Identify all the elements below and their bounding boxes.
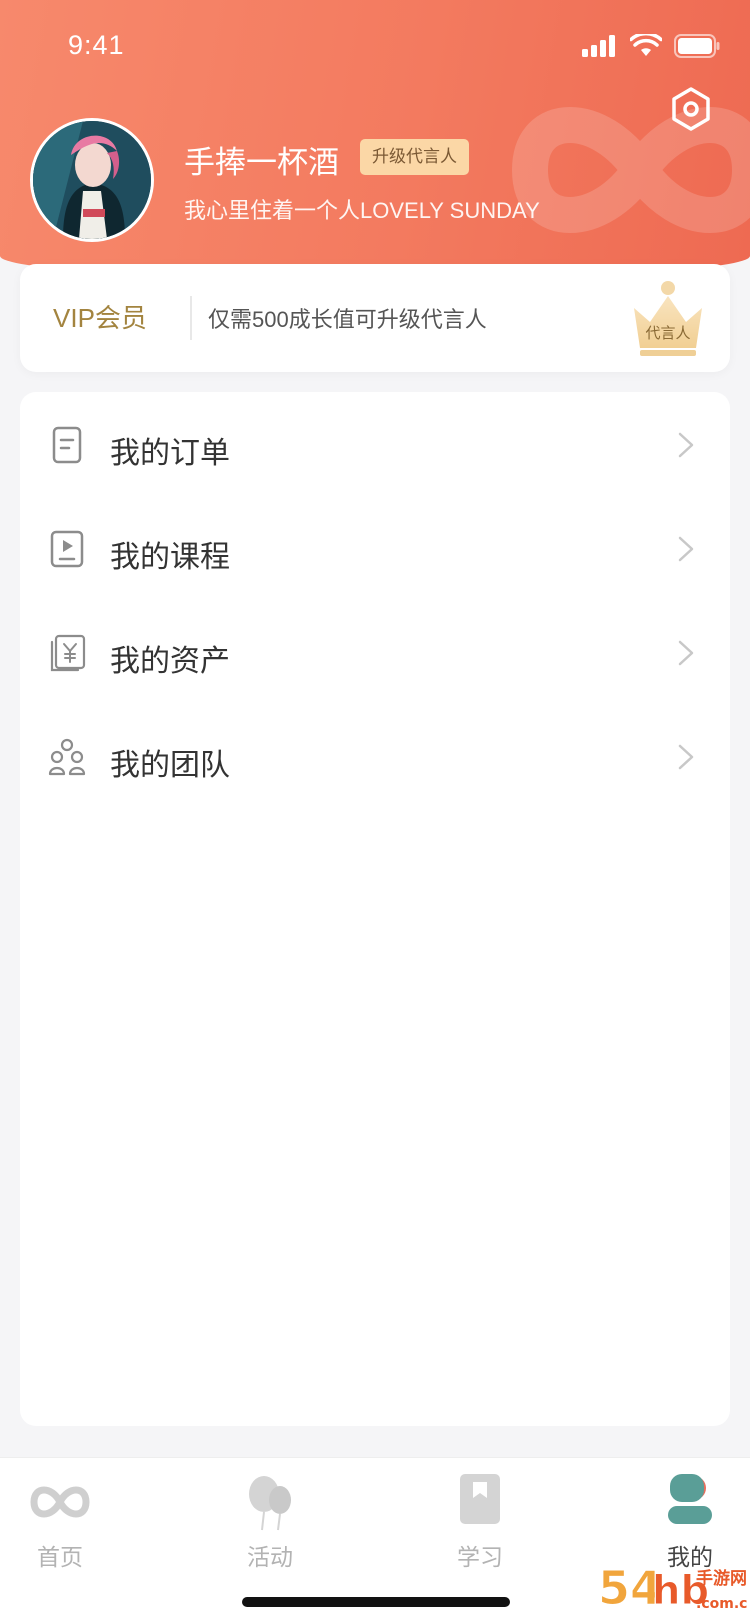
signal-icon (582, 35, 615, 57)
battery-icon (674, 34, 720, 58)
status-icons (582, 34, 720, 58)
home-infinity-icon (30, 1486, 90, 1518)
menu-item-courses[interactable]: 我的课程 (20, 496, 730, 600)
menu-item-orders[interactable]: 我的订单 (20, 392, 730, 496)
balloon-icon (249, 1476, 291, 1531)
menu-item-team[interactable]: 我的团队 (20, 704, 730, 808)
menu-item-assets[interactable]: 我的资产 (20, 600, 730, 704)
profile-icon (668, 1474, 712, 1524)
menu-item-label: 我的订单 (110, 437, 230, 470)
order-icon (52, 426, 82, 464)
tab-label: 首页 (37, 1544, 83, 1570)
vip-description: 仅需500成长值可升级代言人 (208, 307, 487, 332)
vip-label: VIP会员 (53, 303, 147, 333)
menu-item-label: 我的课程 (110, 541, 230, 574)
vip-card[interactable]: VIP会员 仅需500成长值可升级代言人 代言人 (20, 264, 730, 372)
status-bar: 9:41 (0, 0, 750, 96)
crown-badge: 代言人 (630, 278, 706, 360)
chevron-right-icon (678, 536, 694, 562)
menu-card: 我的订单 我的课程 我的资产 我的团队 (20, 392, 730, 1426)
site-watermark: 54 hb 手游网 .com.cn (598, 1561, 748, 1616)
chevron-right-icon (678, 744, 694, 770)
status-time: 9:41 (68, 30, 125, 60)
watermark-domain: .com.cn (696, 1596, 748, 1612)
chevron-right-icon (678, 640, 694, 666)
menu-item-label: 我的团队 (110, 749, 230, 782)
upgrade-badge[interactable]: 升级代言人 (360, 139, 469, 175)
tab-label: 学习 (457, 1544, 503, 1570)
crown-icon (634, 281, 702, 356)
wifi-icon (630, 34, 662, 56)
tab-study[interactable]: 学习 (420, 1472, 540, 1582)
course-icon (50, 530, 84, 568)
home-indicator[interactable] (242, 1597, 510, 1607)
vip-divider (190, 296, 192, 340)
chevron-right-icon (678, 432, 694, 458)
team-icon (48, 738, 86, 776)
tab-home[interactable]: 首页 (0, 1472, 120, 1582)
user-name: 手捧一杯酒 (184, 145, 339, 180)
book-icon (460, 1474, 500, 1524)
avatar-illustration (33, 121, 151, 239)
watermark-site: 手游网 (696, 1568, 747, 1589)
menu-item-label: 我的资产 (110, 645, 230, 678)
user-signature: 我心里住着一个人LOVELY SUNDAY (184, 198, 540, 223)
tab-label: 活动 (247, 1544, 293, 1570)
asset-icon (50, 634, 86, 672)
settings-icon[interactable] (668, 86, 714, 132)
crown-label: 代言人 (645, 325, 691, 342)
avatar[interactable] (30, 118, 154, 242)
tab-activity[interactable]: 活动 (210, 1472, 330, 1582)
